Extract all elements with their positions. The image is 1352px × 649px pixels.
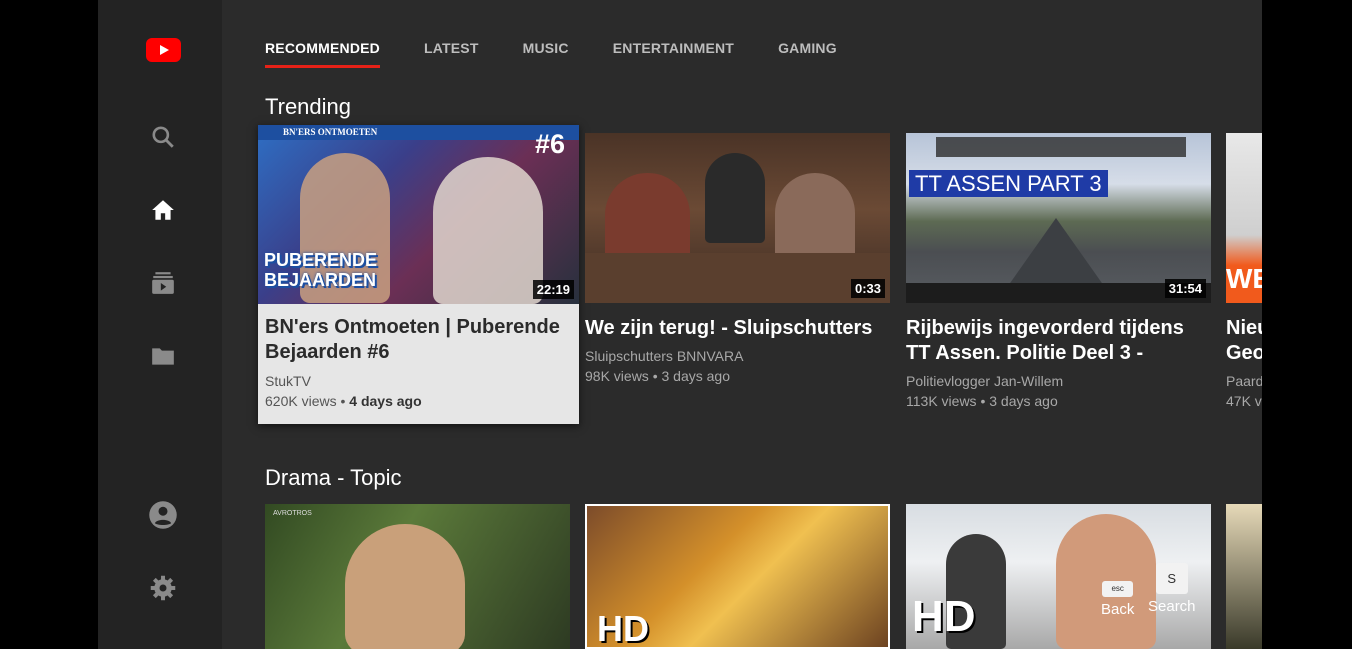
- video-thumbnail: BN'ERS ONTMOETEN #6 PUBERENDE BEJAARDEN …: [258, 125, 579, 304]
- video-thumbnail: TT ASSEN PART 3 31:54: [906, 133, 1211, 303]
- tab-latest[interactable]: LATEST: [424, 40, 479, 63]
- search-icon[interactable]: [148, 122, 178, 152]
- video-thumbnail: 0:33: [585, 133, 890, 303]
- video-card[interactable]: BN'ERS ONTMOETEN #6 PUBERENDE BEJAARDEN …: [258, 125, 579, 424]
- video-stats: 113K views • 3 days ago: [906, 393, 1058, 409]
- section-title-trending: Trending: [265, 94, 352, 119]
- category-tabs: RECOMMENDED LATEST MUSIC ENTERTAINMENT G…: [265, 40, 881, 68]
- video-card[interactable]: TT ASSEN PART 3 31:54 Rijbewijs ingevord…: [906, 133, 1211, 413]
- sidebar: [98, 0, 222, 649]
- channel-name: Politievlogger Jan-Willem: [906, 373, 1064, 389]
- s-key-icon: S: [1155, 563, 1188, 594]
- duration-badge: 31:54: [1164, 279, 1206, 298]
- video-thumbnail: AVROTROS: [265, 504, 570, 649]
- video-thumbnail: WE: [1226, 133, 1262, 303]
- tab-entertainment[interactable]: ENTERTAINMENT: [613, 40, 734, 63]
- youtube-tv-app: RECOMMENDED LATEST MUSIC ENTERTAINMENT G…: [98, 0, 1262, 649]
- video-stats: 620K views • 4 days ago: [265, 393, 422, 409]
- video-title: We zijn terug! - Sluipschutters: [585, 317, 873, 339]
- back-hint[interactable]: esc Back: [1101, 578, 1134, 618]
- esc-key-icon: esc: [1102, 581, 1134, 597]
- library-icon[interactable]: [148, 341, 178, 371]
- home-icon[interactable]: [148, 195, 178, 225]
- account-icon[interactable]: [148, 500, 178, 530]
- section-title-drama: Drama - Topic: [265, 465, 402, 490]
- video-card[interactable]: [1226, 504, 1262, 649]
- video-title-line2: Geo: [1226, 342, 1262, 364]
- search-hint[interactable]: S Search: [1148, 563, 1196, 615]
- video-thumbnail: [1226, 504, 1262, 649]
- video-card[interactable]: AVROTROS: [265, 504, 570, 649]
- channel-name: StukTV: [265, 373, 311, 389]
- video-title: Rijbewijs ingevorderd tijdens: [906, 317, 1184, 339]
- tab-recommended[interactable]: RECOMMENDED: [265, 40, 380, 68]
- channel-name: Sluipschutters BNNVARA: [585, 348, 744, 364]
- tab-gaming[interactable]: GAMING: [778, 40, 837, 63]
- video-title: Nieu: [1226, 317, 1262, 339]
- video-card[interactable]: 0:33 We zijn terug! - Sluipschutters Slu…: [585, 133, 890, 393]
- video-title-line2: Bejaarden #6: [265, 341, 390, 363]
- video-thumbnail: HD: [585, 504, 890, 649]
- subscriptions-icon[interactable]: [148, 268, 178, 298]
- channel-name: Paard: [1226, 373, 1262, 389]
- tab-music[interactable]: MUSIC: [523, 40, 569, 63]
- youtube-logo-icon[interactable]: [146, 38, 181, 62]
- settings-icon[interactable]: [148, 573, 178, 603]
- video-card[interactable]: WE Nieu Geo Paard 47K v: [1226, 133, 1262, 413]
- video-title: BN'ers Ontmoeten | Puberende: [265, 316, 560, 338]
- video-stats: 98K views • 3 days ago: [585, 368, 730, 384]
- duration-badge: 22:19: [532, 280, 574, 299]
- video-stats: 47K v: [1226, 393, 1262, 409]
- duration-badge: 0:33: [850, 279, 885, 298]
- video-title-line2: TT Assen. Politie Deel 3 -: [906, 342, 1144, 364]
- video-card[interactable]: HD: [585, 504, 890, 649]
